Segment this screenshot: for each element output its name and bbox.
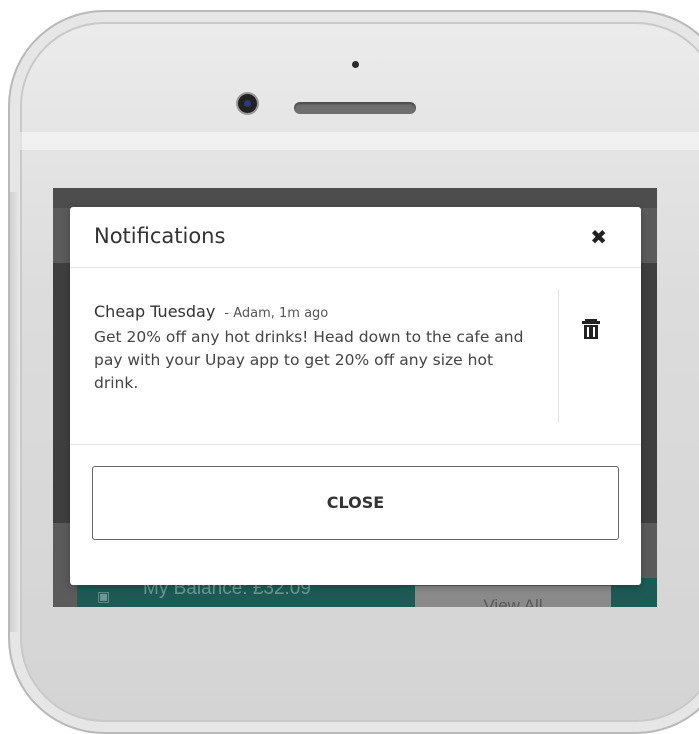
modal-title: Notifications xyxy=(94,224,226,248)
notification-item: Cheap Tuesday - Adam, 1m ago Get 20% off… xyxy=(70,268,641,445)
trash-icon[interactable] xyxy=(581,318,601,340)
close-icon[interactable]: ✖ xyxy=(590,225,607,249)
notification-content: Cheap Tuesday - Adam, 1m ago Get 20% off… xyxy=(94,302,534,395)
status-bar xyxy=(53,188,657,208)
modal-header: Notifications ✖ xyxy=(70,207,641,268)
proximity-sensor xyxy=(352,61,359,68)
close-button[interactable]: CLOSE xyxy=(92,466,619,540)
phone-highlight xyxy=(20,132,699,150)
view-all-button[interactable]: View All xyxy=(415,586,611,607)
notification-divider xyxy=(558,289,559,423)
notification-body: Get 20% off any hot drinks! Head down to… xyxy=(94,328,524,392)
notification-meta: - Adam, 1m ago xyxy=(224,306,329,321)
front-camera-icon xyxy=(238,94,257,113)
earpiece-speaker xyxy=(294,102,416,114)
phone-edge xyxy=(10,192,20,632)
qr-code-icon: ▣ xyxy=(97,588,111,604)
notification-title: Cheap Tuesday xyxy=(94,302,216,321)
notifications-modal: Notifications ✖ Cheap Tuesday - Adam, 1m… xyxy=(70,207,641,585)
